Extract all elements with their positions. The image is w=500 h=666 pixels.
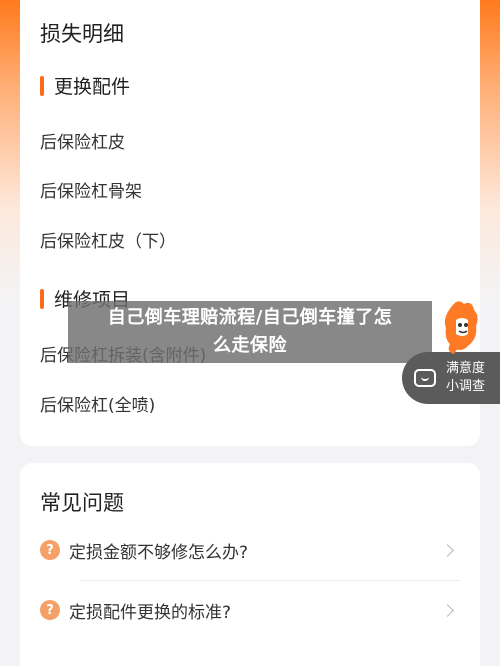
satisfaction-survey-button[interactable]: 满意度 小调查 xyxy=(402,352,500,404)
chat-smile-icon xyxy=(414,369,436,387)
faq-question: 定损金额不够修怎么办? xyxy=(69,542,249,563)
section-accent-bar xyxy=(40,75,44,96)
faq-question: 定损配件更换的标准? xyxy=(69,602,232,623)
chevron-right-icon xyxy=(441,543,454,557)
faq-title: 常见问题 xyxy=(40,491,124,515)
faq-card: 常见问题 ? 定损金额不够修怎么办? ? 定损配件更换的标准? xyxy=(20,463,480,666)
banner-line: 自己倒车理赔流程/自己倒车撞了怎 xyxy=(107,307,393,328)
chevron-right-icon xyxy=(441,603,454,617)
faq-item[interactable]: ? 定损金额不够修怎么办? xyxy=(40,525,460,575)
part-item: 后保险杠骨架 xyxy=(40,182,142,202)
part-item: 后保险杠皮（下） xyxy=(40,232,176,252)
faq-item[interactable]: ? 定损配件更换的标准? xyxy=(40,585,460,635)
survey-label: 小调查 xyxy=(446,379,486,394)
question-icon: ? xyxy=(40,540,60,560)
section-accent-bar xyxy=(40,288,44,309)
repair-item: 后保险杠(全喷) xyxy=(40,396,156,416)
part-item: 后保险杠皮 xyxy=(40,133,125,153)
mascot-icon xyxy=(444,301,478,354)
divider xyxy=(80,580,460,581)
question-icon: ? xyxy=(40,600,60,620)
banner-line: 么走保险 xyxy=(213,335,287,356)
article-title-banner: 自己倒车理赔流程/自己倒车撞了怎 么走保险 xyxy=(68,301,432,363)
section-heading: 更换配件 xyxy=(54,76,131,98)
loss-details-title: 损失明细 xyxy=(40,22,124,46)
survey-label: 满意度 xyxy=(446,361,486,376)
section-replace-parts: 更换配件 xyxy=(40,72,130,99)
